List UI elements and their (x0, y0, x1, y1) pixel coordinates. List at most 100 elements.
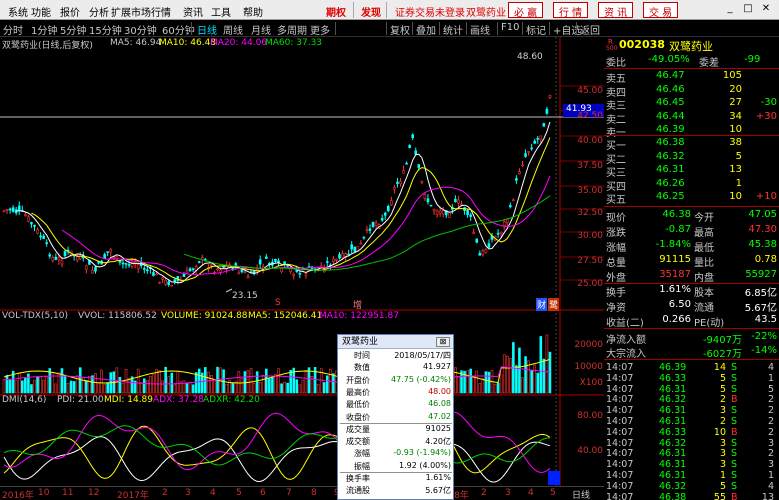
tick-count: 3 (767, 459, 774, 471)
menu-item-1[interactable]: 功能 (31, 4, 51, 19)
tool-button-1[interactable]: 叠加 (416, 22, 436, 37)
date-label-19: 4 (528, 488, 534, 498)
period-tab-7[interactable]: 周线 (223, 22, 243, 37)
sell-row[interactable]: 卖四 46.46 20 (604, 84, 779, 99)
stat-label: 现价 (606, 213, 626, 224)
weibi-value: -49.05% (648, 54, 690, 65)
tooltip-key: 流通股 (346, 486, 370, 496)
menu-discover[interactable]: 发现 (361, 4, 381, 19)
menu-item-6[interactable]: 工具 (211, 4, 231, 19)
low-price-label: 23.15 (232, 291, 258, 301)
menu-item-3[interactable]: 分析 (89, 4, 109, 19)
vol-axis-unit: X100 (579, 378, 603, 388)
tick-side: S (731, 459, 738, 471)
price-axis-8: 25.00 (577, 279, 603, 289)
tick-row: 14:07 46.32 2 B 2 (604, 394, 779, 405)
stat-value: 47.05 (748, 209, 777, 220)
stat-value: 6.50 (668, 299, 691, 310)
menu-options[interactable]: 期权 (326, 4, 346, 19)
tool-button-2[interactable]: 统计 (443, 22, 463, 37)
buy-price: 46.38 (656, 137, 685, 148)
tool-button-0[interactable]: 复权 (390, 22, 410, 37)
tooltip-value: 47.02 (428, 411, 451, 421)
sell-row[interactable]: 卖二 46.44 34 +30 (604, 110, 779, 126)
stat-label: 外盘 (606, 273, 626, 284)
news-button[interactable]: 资 讯 (598, 2, 634, 19)
menu-item-7[interactable]: 帮助 (243, 4, 263, 19)
stat-label: 股本 (694, 288, 714, 299)
period-tab-0[interactable]: 分时 (3, 22, 23, 37)
flow-row: 净流入额 -9407万 -22% (604, 331, 779, 346)
tick-side: B (731, 491, 738, 500)
trading-app: 系统 功能 报价 分析 扩展市场行情 资讯 工具 帮助 期权 发现 证券交易未登录 双鹭药业 … (0, 0, 779, 500)
period-tab-2[interactable]: 5分钟 (60, 22, 86, 37)
menu-item-0[interactable]: 系统 (8, 4, 28, 19)
buy-row[interactable]: 买三 46.31 13 (604, 164, 779, 179)
period-tab-3[interactable]: 15分钟 (89, 22, 122, 37)
tool-button-7[interactable]: 返回 (580, 22, 600, 37)
tool-button-3[interactable]: 画线 (470, 22, 490, 37)
tick-side: S (731, 405, 738, 417)
quote-button[interactable]: 行 情 (553, 2, 589, 19)
date-label-18: 3 (505, 488, 511, 498)
menu-item-5[interactable]: 资讯 (183, 4, 203, 19)
buy-row[interactable]: 买一 46.38 38 (604, 137, 779, 152)
tooltip-row: 收盘价 47.02 (338, 412, 454, 423)
close-icon[interactable]: ✕ (760, 2, 772, 16)
period-tab-9[interactable]: 多周期 (277, 22, 307, 37)
tooltip-row: 开盘价 47.75 (-0.42%) (338, 375, 454, 386)
tooltip-close-button[interactable]: ⊠ (436, 337, 450, 347)
chart-area[interactable] (0, 37, 604, 486)
buy-row[interactable]: 买五 46.25 10 +10 (604, 191, 779, 206)
maximize-icon[interactable]: □ (742, 2, 754, 16)
tick-time: 14:07 (606, 480, 634, 492)
menu-item-2[interactable]: 报价 (60, 4, 80, 19)
period-tab-5[interactable]: 60分钟 (162, 22, 195, 37)
sell-price: 46.44 (656, 110, 685, 122)
period-tab-8[interactable]: 月线 (251, 22, 271, 37)
buy-volume: 13 (729, 164, 742, 175)
tick-count: 5 (767, 383, 774, 395)
period-tab-4[interactable]: 30分钟 (124, 22, 157, 37)
dmi-title: DMI(14,6) (2, 395, 47, 405)
adx-label: ADX: 37.28 (153, 395, 204, 405)
tooltip-key: 数值 (354, 363, 370, 373)
date-label-5: 2 (162, 488, 168, 498)
tooltip-key: 涨幅 (354, 449, 370, 459)
trade-button[interactable]: 交 易 (643, 2, 679, 19)
tick-count: 1 (767, 470, 774, 481)
tooltip-row: 换手率 1.61% (338, 473, 454, 484)
stat-row: 涨跌 -0.87 最高 47.30 (604, 224, 779, 239)
current-stock-link[interactable]: 双鹭药业 (466, 4, 506, 19)
tick-price: 46.32 (659, 437, 687, 449)
sell-row[interactable]: 卖五 46.47 105 (604, 70, 779, 85)
must-win-button[interactable]: 必 赢 (508, 2, 544, 19)
stat-value: 1.61% (659, 284, 691, 295)
tick-price: 46.32 (659, 394, 687, 406)
sell-row[interactable]: 卖三 46.45 27 -30 (604, 97, 779, 112)
tool-button-5[interactable]: 标记 (526, 22, 546, 37)
sell-change: -30 (760, 97, 777, 108)
tick-count: 13 (761, 491, 774, 500)
tool-button-6[interactable]: +自选 (553, 22, 581, 37)
buy-price: 46.26 (656, 177, 685, 189)
tag-finance[interactable]: 财 (536, 298, 548, 311)
tick-volume: 14 (713, 362, 726, 373)
buy-row[interactable]: 买二 46.32 5 (604, 151, 779, 166)
buy-price: 46.25 (656, 191, 685, 202)
flow-label: 净流入额 (606, 335, 646, 346)
period-tab-10[interactable]: 更多 (310, 22, 330, 37)
tool-button-4[interactable]: F10 (501, 22, 519, 33)
tooltip-key: 开盘价 (346, 375, 370, 385)
period-tab-1[interactable]: 1分钟 (31, 22, 57, 37)
tooltip-value: 46.08 (428, 399, 451, 409)
period-tab-6[interactable]: 日线 (197, 22, 217, 37)
menu-item-4[interactable]: 扩展市场行情 (111, 4, 171, 19)
tooltip-row: 流通股 5.67亿 (338, 485, 454, 496)
date-label-20: 5 (550, 488, 556, 498)
buy-row[interactable]: 买四 46.26 1 (604, 177, 779, 193)
tag-stock[interactable]: 鹭 (548, 298, 560, 311)
broker-login-link[interactable]: 证券交易未登录 (395, 4, 465, 19)
minimize-icon[interactable]: _ (724, 2, 736, 16)
tooltip-row: 成交量 91025 (338, 424, 454, 435)
